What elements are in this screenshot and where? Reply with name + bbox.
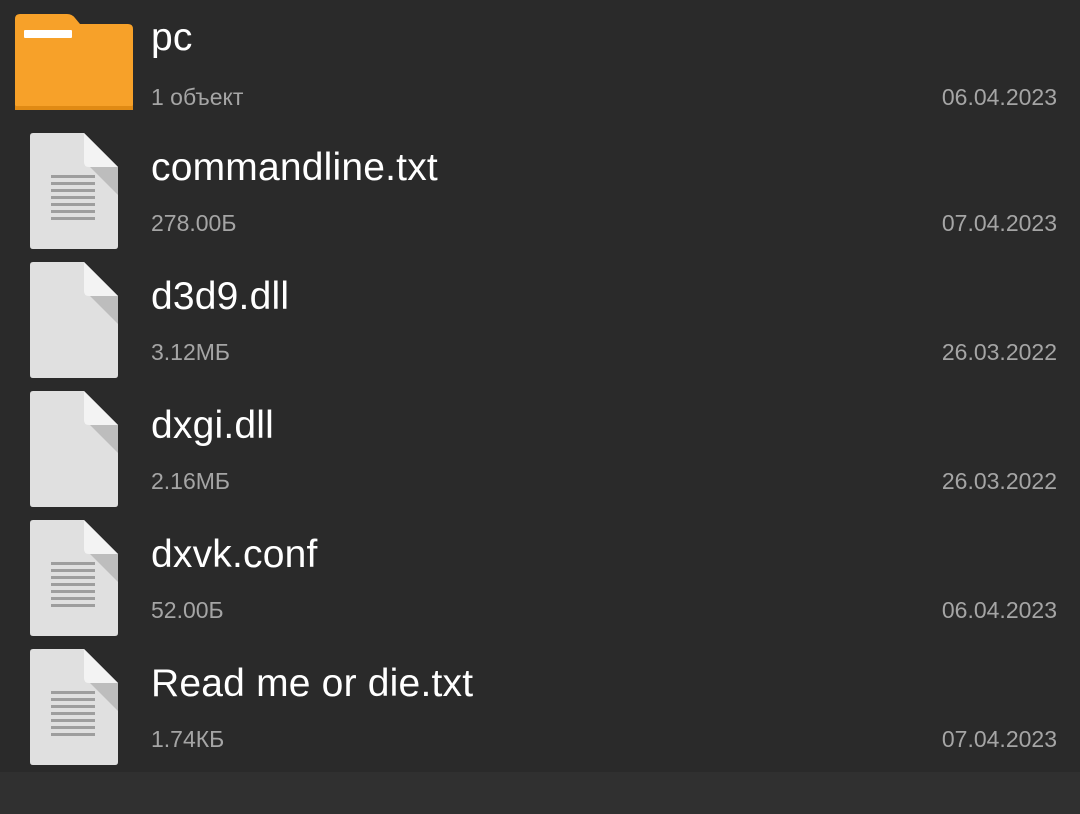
text-file-icon (30, 520, 118, 636)
item-size: 2.16МБ (151, 468, 231, 494)
item-date: 07.04.2023 (941, 726, 1057, 752)
item-name: dxgi.dll (151, 404, 274, 447)
blank-file-icon (30, 391, 118, 507)
item-date: 07.04.2023 (941, 210, 1057, 236)
text-file-icon (30, 133, 118, 249)
list-item-file[interactable]: dxgi.dll 2.16МБ 26.03.2022 (0, 386, 1080, 515)
item-size: 278.00Б (151, 210, 237, 236)
list-item-file[interactable]: dxvk.conf 52.00Б 06.04.2023 (0, 515, 1080, 644)
item-name: commandline.txt (151, 146, 438, 189)
bottom-bar (0, 772, 1080, 814)
folder-icon (15, 14, 133, 110)
item-size: 3.12МБ (151, 339, 231, 365)
item-name: pc (151, 16, 193, 59)
list-item-file[interactable]: commandline.txt 278.00Б 07.04.2023 (0, 128, 1080, 257)
item-date: 26.03.2022 (941, 339, 1057, 365)
list-item-file[interactable]: Read me or die.txt 1.74КБ 07.04.2023 (0, 644, 1080, 773)
item-name: dxvk.conf (151, 533, 318, 576)
text-file-icon (30, 649, 118, 765)
file-list: pc 1 объект 06.04.2023 commandline.txt 2… (0, 0, 1080, 772)
item-date: 06.04.2023 (941, 597, 1057, 623)
item-size: 52.00Б (151, 597, 224, 623)
item-name: Read me or die.txt (151, 662, 474, 705)
item-date: 26.03.2022 (941, 468, 1057, 494)
item-count: 1 объект (151, 84, 244, 110)
blank-file-icon (30, 262, 118, 378)
item-size: 1.74КБ (151, 726, 225, 752)
list-item-file[interactable]: d3d9.dll 3.12МБ 26.03.2022 (0, 257, 1080, 386)
item-date: 06.04.2023 (941, 84, 1057, 110)
list-item-folder[interactable]: pc 1 объект 06.04.2023 (0, 0, 1080, 129)
item-name: d3d9.dll (151, 275, 290, 318)
